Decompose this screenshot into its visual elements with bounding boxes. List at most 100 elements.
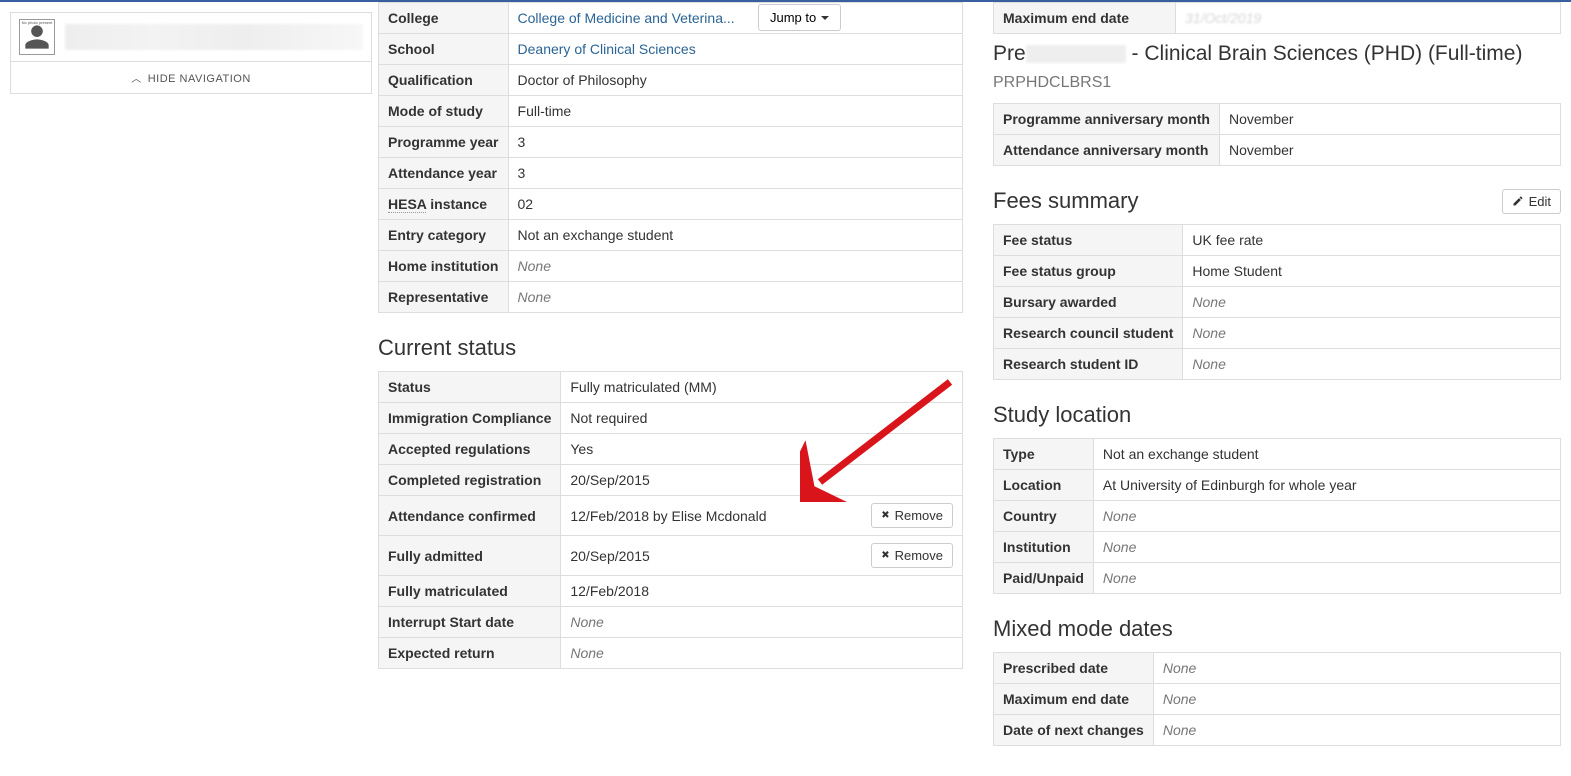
field-label: Country (994, 500, 1094, 531)
chevron-up-icon: ︿ (131, 74, 142, 85)
avatar: No photo present (19, 19, 55, 55)
remove-button[interactable]: ✖Remove (871, 543, 953, 568)
field-value: None (561, 607, 963, 638)
field-value: None (1093, 562, 1560, 593)
field-label: Home institution (379, 251, 509, 282)
dates-table-partial: Maximum end date 31/Oct/2019 (993, 2, 1561, 34)
field-label: Expected return (379, 638, 561, 669)
field-label: Programme year (379, 127, 509, 158)
field-label: Prescribed date (994, 652, 1154, 683)
field-label: Paid/Unpaid (994, 562, 1094, 593)
programme-info-table: CollegeCollege of Medicine and Veterina.… (378, 2, 963, 313)
edit-button-label: Edit (1529, 194, 1551, 209)
field-label: Accepted regulations (379, 434, 561, 465)
current-status-heading: Current status (378, 335, 963, 361)
field-label: Attendance year (379, 158, 509, 189)
profile-card: No photo present ︿ HIDE NAVIGATION (10, 12, 372, 94)
field-value: None (508, 282, 962, 313)
jump-to-button[interactable]: Jump to (758, 4, 841, 31)
field-value: Not an exchange student (508, 220, 962, 251)
field-value: 12/Feb/2018 (561, 576, 963, 607)
field-label: Fully matriculated (379, 576, 561, 607)
field-value: Full-time (508, 96, 962, 127)
field-value: Deanery of Clinical Sciences (508, 34, 962, 65)
field-value: Fully matriculated (MM) (561, 372, 963, 403)
field-value: None (1093, 531, 1560, 562)
programme-code: PRPHDCLBRS1 (993, 74, 1111, 91)
field-label: Fully admitted (379, 536, 561, 576)
field-value: 02 (508, 189, 962, 220)
field-label: Completed registration (379, 465, 561, 496)
mixed-mode-table: Prescribed dateNoneMaximum end dateNoneD… (993, 652, 1561, 746)
field-label: School (379, 34, 509, 65)
field-value: 12/Feb/2018 by Elise Mcdonald✖Remove (561, 496, 963, 536)
field-label: Type (994, 438, 1094, 469)
field-value: None (1153, 652, 1560, 683)
field-value: Not an exchange student (1093, 438, 1560, 469)
field-value: Home Student (1183, 255, 1561, 286)
field-label: Status (379, 372, 561, 403)
field-label: Research council student (994, 317, 1183, 348)
sidebar: No photo present ︿ HIDE NAVIGATION (0, 2, 378, 746)
field-label: Attendance confirmed (379, 496, 561, 536)
caret-down-icon (821, 16, 829, 20)
field-value: At University of Edinburgh for whole yea… (1093, 469, 1560, 500)
field-value: None (1183, 286, 1561, 317)
field-value: November (1219, 134, 1560, 165)
hide-navigation-label: HIDE NAVIGATION (148, 73, 251, 85)
field-value: College of Medicine and Veterina... (508, 3, 962, 34)
field-value: 3 (508, 158, 962, 189)
field-label: Maximum end date (994, 683, 1154, 714)
field-value: None (508, 251, 962, 282)
field-label: Fee status group (994, 255, 1183, 286)
anniversary-table: Programme anniversary monthNovemberAtten… (993, 103, 1561, 166)
field-label: Representative (379, 282, 509, 313)
field-label: Date of next changes (994, 714, 1154, 745)
field-label: Attendance anniversary month (994, 134, 1220, 165)
hide-navigation-button[interactable]: ︿ HIDE NAVIGATION (11, 61, 371, 93)
current-status-table: StatusFully matriculated (MM)Immigration… (378, 371, 963, 669)
student-name-redacted (65, 24, 363, 50)
field-label: Research student ID (994, 348, 1183, 379)
field-value: 20/Sep/2015 (561, 465, 963, 496)
study-location-table: TypeNot an exchange studentLocationAt Un… (993, 438, 1561, 594)
field-value: None (561, 638, 963, 669)
field-value: Not required (561, 403, 963, 434)
study-location-heading: Study location (993, 402, 1561, 428)
field-label: Qualification (379, 65, 509, 96)
field-label: Immigration Compliance (379, 403, 561, 434)
field-label: Mode of study (379, 96, 509, 127)
edit-fees-button[interactable]: Edit (1502, 189, 1561, 214)
close-icon: ✖ (881, 510, 889, 521)
jump-to-label: Jump to (770, 10, 816, 25)
pencil-icon (1512, 195, 1524, 207)
fees-summary-heading: Fees summary (993, 188, 1138, 214)
field-label: Institution (994, 531, 1094, 562)
field-value: Doctor of Philosophy (508, 65, 962, 96)
field-value: Yes (561, 434, 963, 465)
field-label: Location (994, 469, 1094, 500)
field-value: None (1153, 714, 1560, 745)
field-label: Bursary awarded (994, 286, 1183, 317)
max-end-date-value-redacted: 31/Oct/2019 (1185, 10, 1261, 26)
field-label: Programme anniversary month (994, 103, 1220, 134)
person-icon (23, 23, 51, 51)
field-value: None (1183, 348, 1561, 379)
max-end-date-label: Maximum end date (994, 3, 1176, 34)
remove-button[interactable]: ✖Remove (871, 503, 953, 528)
close-icon: ✖ (881, 550, 889, 561)
field-value: 20/Sep/2015✖Remove (561, 536, 963, 576)
field-label: Entry category (379, 220, 509, 251)
field-label: Fee status (994, 224, 1183, 255)
field-value: None (1153, 683, 1560, 714)
field-value: None (1093, 500, 1560, 531)
field-value: 3 (508, 127, 962, 158)
mixed-mode-heading: Mixed mode dates (993, 616, 1561, 642)
fees-table: Fee statusUK fee rateFee status groupHom… (993, 224, 1561, 380)
field-value: None (1183, 317, 1561, 348)
field-label: Interrupt Start date (379, 607, 561, 638)
field-label: HESA instance (379, 189, 509, 220)
field-value: UK fee rate (1183, 224, 1561, 255)
field-label: College (379, 3, 509, 34)
programme-title: Pre - Clinical Brain Sciences (PHD) (Ful… (993, 40, 1561, 95)
